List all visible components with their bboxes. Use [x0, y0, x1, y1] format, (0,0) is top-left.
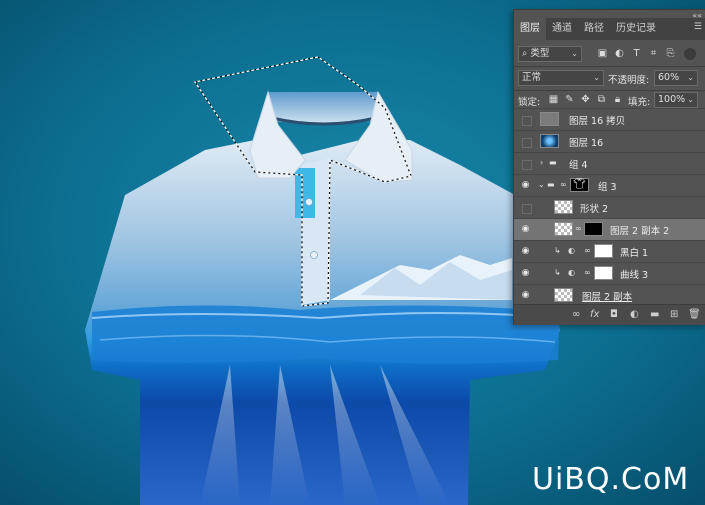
layer-name: 形状 2: [580, 204, 609, 215]
shirt-mask-thumbnail: 👕︎: [570, 178, 589, 192]
chevron-down-icon: ⌄: [687, 95, 694, 104]
link-icon: ∞: [584, 268, 591, 277]
fx-icon[interactable]: fx: [590, 309, 599, 320]
blend-mode-select[interactable]: 正常 ⌄: [518, 70, 604, 86]
tab-layers[interactable]: 图层: [514, 18, 546, 40]
shape-filter-icon[interactable]: ⌗: [648, 48, 659, 59]
eye-icon[interactable]: ◉: [520, 246, 531, 257]
new-layer-icon[interactable]: ⊞: [670, 309, 678, 320]
eye-icon[interactable]: ◉: [520, 290, 531, 301]
visibility-toggle[interactable]: [522, 138, 532, 148]
layer-name: 图层 2 副本: [582, 292, 633, 303]
search-icon: ⌕: [522, 48, 528, 59]
layer-name: 图层 16: [569, 138, 604, 149]
clip-arrow-icon: ↳: [554, 246, 561, 255]
layer-thumbnail: [554, 288, 573, 302]
tab-channels[interactable]: 通道: [546, 18, 578, 40]
adjustment-icon: ◐: [568, 246, 575, 255]
layer-row[interactable]: ◉ ↳ ◐ ∞ 曲线 3: [514, 262, 705, 284]
type-filter-icon[interactable]: T: [631, 48, 642, 59]
opacity-value: 60%: [658, 72, 680, 83]
link-icon: ∞: [560, 180, 567, 189]
panel-tabs: 图层 通道 路径 历史记录: [514, 18, 705, 40]
pixel-filter-icon[interactable]: ▣: [597, 48, 608, 59]
layer-name: 图层 2 副本 2: [610, 226, 670, 237]
smart-object-filter-icon[interactable]: ⎘: [665, 48, 676, 59]
layer-name: 组 4: [569, 160, 588, 171]
chevron-down-icon[interactable]: ⌄: [538, 180, 545, 189]
panel-menu-icon[interactable]: ☰: [694, 22, 702, 32]
lock-position-icon[interactable]: ✥: [580, 94, 591, 105]
tab-paths[interactable]: 路径: [578, 18, 610, 40]
lock-all-icon[interactable]: 🔒︎: [612, 94, 623, 105]
eye-icon[interactable]: ◉: [520, 268, 531, 279]
lock-transparency-icon[interactable]: ▦: [548, 94, 559, 105]
chevron-down-icon: ⌄: [687, 73, 694, 82]
layer-row[interactable]: ◉ ⌄ ▬ ∞ 👕︎ 组 3: [514, 174, 705, 196]
layer-row-selected[interactable]: ◉ ∞ 图层 2 副本 2: [514, 218, 705, 240]
lock-label: 锁定:: [518, 97, 541, 108]
layer-name: 图层 16 拷贝: [569, 116, 626, 127]
trash-icon[interactable]: 🗑︎: [688, 309, 701, 320]
layer-mask-thumbnail: [594, 266, 613, 280]
folder-icon[interactable]: ▬: [650, 309, 659, 320]
layer-row[interactable]: 形状 2: [514, 196, 705, 218]
filter-value: 类型: [530, 48, 550, 59]
tab-history[interactable]: 历史记录: [610, 18, 662, 40]
adjustment-icon[interactable]: ◐: [630, 309, 639, 320]
folder-icon: ▬: [549, 158, 557, 167]
eye-icon[interactable]: ◉: [520, 180, 531, 191]
mask-icon[interactable]: ◘: [610, 309, 618, 320]
panel-bottom-toolbar: ∞ fx ◘ ◐ ▬ ⊞ 🗑︎: [514, 304, 705, 325]
layer-thumbnail: [540, 134, 559, 148]
adjustment-filter-icon[interactable]: ◐: [614, 48, 625, 59]
chevron-down-icon: ⌄: [571, 49, 578, 58]
visibility-toggle[interactable]: [522, 160, 532, 170]
link-icon: ∞: [575, 224, 582, 233]
lock-pixels-icon[interactable]: ✎: [564, 94, 575, 105]
layer-row[interactable]: ◉ 图层 2 副本: [514, 284, 705, 306]
layer-thumbnail: [554, 200, 573, 214]
adjustment-icon: ◐: [568, 268, 575, 277]
layer-row[interactable]: › ▬ 组 4: [514, 152, 705, 174]
layer-filter-select[interactable]: ⌕ 类型 ⌄: [518, 46, 582, 62]
fill-label: 填充:: [628, 97, 651, 108]
blend-mode-value: 正常: [522, 72, 542, 83]
opacity-input[interactable]: 60% ⌄: [654, 70, 698, 86]
eye-icon[interactable]: ◉: [520, 224, 531, 235]
layer-name: 组 3: [598, 182, 617, 193]
layer-name: 黑白 1: [620, 248, 649, 259]
layer-mask-thumbnail: [594, 244, 613, 258]
visibility-toggle[interactable]: [522, 116, 532, 126]
layer-mask-thumbnail: [584, 222, 603, 236]
layer-thumbnail: [554, 222, 573, 236]
chevron-right-icon[interactable]: ›: [540, 158, 543, 167]
artboard-lock-icon[interactable]: ⧉: [596, 94, 607, 105]
visibility-toggle[interactable]: [522, 204, 532, 214]
watermark-text: UiBQ.CoM: [532, 462, 690, 497]
folder-icon: ▬: [547, 180, 555, 189]
layer-name: 曲线 3: [620, 270, 649, 281]
chevron-down-icon: ⌄: [593, 73, 600, 82]
fill-input[interactable]: 100% ⌄: [654, 92, 698, 108]
clip-arrow-icon: ↳: [554, 268, 561, 277]
link-icon: ∞: [584, 246, 591, 255]
layer-row[interactable]: 图层 16: [514, 130, 705, 152]
layers-panel: «« 图层 通道 路径 历史记录 ☰ ⌕ 类型 ⌄ ▣ ◐ T ⌗ ⎘ 正常 ⌄…: [513, 9, 705, 325]
fill-value: 100%: [658, 94, 686, 105]
layer-row[interactable]: 图层 16 拷贝: [514, 108, 705, 130]
layer-thumbnail: [540, 112, 559, 126]
filter-toggle-icon[interactable]: [684, 48, 696, 60]
link-icon[interactable]: ∞: [572, 309, 580, 320]
layer-row[interactable]: ◉ ↳ ◐ ∞ 黑白 1: [514, 240, 705, 262]
opacity-label: 不透明度:: [608, 75, 650, 86]
